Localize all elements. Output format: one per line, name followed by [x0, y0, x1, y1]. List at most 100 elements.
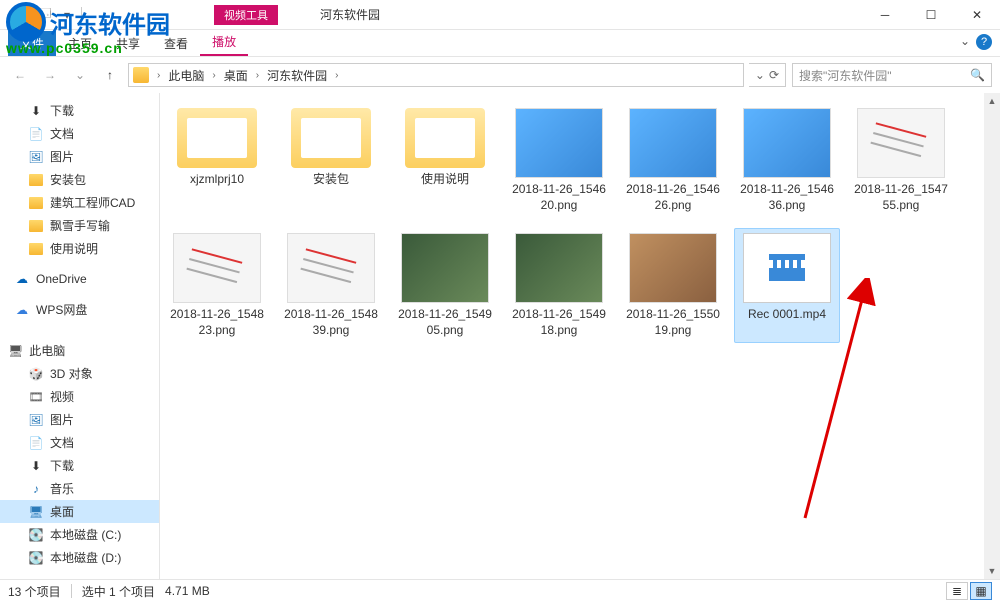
folder-icon: [133, 67, 149, 83]
image-thumbnail: [629, 108, 717, 178]
nav-recent-button[interactable]: ⌄: [68, 63, 92, 87]
sidebar-item[interactable]: 🖼图片: [0, 145, 159, 168]
file-item[interactable]: 2018-11-26_154636.png: [734, 103, 840, 218]
file-item[interactable]: 2018-11-26_154626.png: [620, 103, 726, 218]
doc-icon: ☁: [14, 271, 30, 287]
address-field[interactable]: › 此电脑 › 桌面 › 河东软件园 ›: [128, 63, 744, 87]
statusbar: 13 个项目 选中 1 个项目 4.71 MB ≣ ▦: [0, 579, 1000, 602]
search-input[interactable]: 搜索"河东软件园" 🔍: [792, 63, 992, 87]
sidebar-item[interactable]: ♪音乐: [0, 477, 159, 500]
nav-forward-button[interactable]: →: [38, 63, 62, 87]
breadcrumb-thispc[interactable]: 此电脑: [164, 65, 208, 86]
image-thumbnail: [173, 233, 261, 303]
address-bar: ← → ⌄ ↑ › 此电脑 › 桌面 › 河东软件园 › ⌄ ⟳ 搜索"河东软件…: [0, 57, 1000, 93]
sidebar-item[interactable]: 建筑工程师CAD: [0, 191, 159, 214]
folder-icon: [28, 218, 44, 234]
pic-icon: 🖼: [28, 412, 44, 428]
file-item[interactable]: 2018-11-26_154905.png: [392, 228, 498, 343]
sidebar-item[interactable]: 飘雪手写输: [0, 214, 159, 237]
nav-back-button[interactable]: ←: [8, 63, 32, 87]
disk-icon: 💽: [28, 550, 44, 566]
status-item-count: 13 个项目: [8, 583, 61, 600]
image-thumbnail: [743, 108, 831, 178]
nav-up-button[interactable]: ↑: [98, 63, 122, 87]
download-icon: ⬇: [28, 103, 44, 119]
file-area[interactable]: xjzmlprj10安装包使用说明2018-11-26_154620.png20…: [160, 93, 1000, 579]
titlebar: 📁 🗔 ▾ 视频工具 河东软件园 ─ ☐ ✕: [0, 0, 1000, 30]
ribbon-tab-share[interactable]: 共享: [104, 31, 152, 56]
sidebar-item[interactable]: ☁ WPS网盘: [0, 298, 159, 321]
sidebar: ⬇下载📄文档🖼图片安装包建筑工程师CAD飘雪手写输使用说明☁OneDrive☁W…: [0, 93, 160, 579]
file-item[interactable]: 2018-11-26_154918.png: [506, 228, 612, 343]
ribbon-tab-file[interactable]: 文件: [8, 31, 56, 56]
chevron-right-icon[interactable]: ›: [155, 70, 162, 81]
file-item[interactable]: 2018-11-26_155019.png: [620, 228, 726, 343]
ribbon-expand-icon[interactable]: ⌄: [960, 34, 970, 48]
refresh-icon[interactable]: ⟳: [769, 68, 779, 82]
view-details-button[interactable]: ≣: [946, 582, 968, 600]
file-name-label: Rec 0001.mp4: [748, 307, 826, 323]
ribbon-tab-home[interactable]: 主页: [56, 31, 104, 56]
maximize-button[interactable]: ☐: [908, 0, 954, 30]
sidebar-item[interactable]: 使用说明: [0, 237, 159, 260]
sidebar-item-label: 文档: [50, 434, 74, 451]
minimize-button[interactable]: ─: [862, 0, 908, 30]
file-item[interactable]: 2018-11-26_154839.png: [278, 228, 384, 343]
sidebar-item[interactable]: 🖥桌面: [0, 500, 159, 523]
file-item[interactable]: 安装包: [278, 103, 384, 218]
sidebar-item[interactable]: 📄 文档: [0, 431, 159, 454]
doc-icon: ☁: [14, 302, 30, 318]
chevron-right-icon[interactable]: ›: [254, 70, 261, 81]
sidebar-item[interactable]: 💽本地磁盘 (C:): [0, 523, 159, 546]
sidebar-item-label: WPS网盘: [36, 301, 87, 318]
file-name-label: 2018-11-26_154823.png: [169, 307, 265, 338]
breadcrumb-folder[interactable]: 河东软件园: [263, 65, 331, 86]
file-name-label: 2018-11-26_154755.png: [853, 182, 949, 213]
sidebar-item[interactable]: 🖼 图片: [0, 408, 159, 431]
file-item[interactable]: xjzmlprj10: [164, 103, 270, 218]
sidebar-item[interactable]: 🎞视频: [0, 385, 159, 408]
file-item[interactable]: 2018-11-26_154620.png: [506, 103, 612, 218]
file-name-label: 安装包: [313, 172, 349, 188]
close-button[interactable]: ✕: [954, 0, 1000, 30]
sidebar-group-thispc[interactable]: 🖥此电脑: [0, 339, 159, 362]
doc-icon: 📄: [28, 435, 44, 451]
sidebar-item-label: 本地磁盘 (D:): [50, 549, 121, 566]
sidebar-item-label: 文档: [50, 125, 74, 142]
sidebar-item[interactable]: 🎲3D 对象: [0, 362, 159, 385]
image-thumbnail: [857, 108, 945, 178]
properties-icon[interactable]: 🗔: [35, 5, 55, 25]
sidebar-item[interactable]: 📄文档: [0, 122, 159, 145]
file-name-label: 2018-11-26_154918.png: [511, 307, 607, 338]
file-name-label: xjzmlprj10: [190, 172, 244, 188]
vertical-scrollbar[interactable]: ▲▼: [984, 93, 1000, 579]
sidebar-item[interactable]: ⬇下载: [0, 454, 159, 477]
new-icon[interactable]: ▾: [57, 5, 77, 25]
file-item[interactable]: 使用说明: [392, 103, 498, 218]
file-name-label: 使用说明: [421, 172, 469, 188]
pic-icon: 🖼: [28, 149, 44, 165]
disk-icon: 💽: [28, 527, 44, 543]
file-item[interactable]: Rec 0001.mp4: [734, 228, 840, 343]
sidebar-item-label: 建筑工程师CAD: [50, 194, 135, 211]
sidebar-item-label: 图片: [50, 411, 74, 428]
sidebar-item[interactable]: ☁OneDrive: [0, 268, 159, 290]
file-item[interactable]: 2018-11-26_154755.png: [848, 103, 954, 218]
sidebar-item[interactable]: 💽 本地磁盘 (D:): [0, 546, 159, 569]
sidebar-item[interactable]: ⬇下载: [0, 99, 159, 122]
video-file-icon: [743, 233, 831, 303]
ribbon-tab-view[interactable]: 查看: [152, 31, 200, 56]
folder-icon: [28, 241, 44, 257]
address-dropdown-icon[interactable]: ⌄: [755, 68, 765, 82]
chevron-right-icon[interactable]: ›: [210, 70, 217, 81]
ribbon-tab-play[interactable]: 播放: [200, 29, 248, 56]
breadcrumb-desktop[interactable]: 桌面: [220, 65, 252, 86]
chevron-right-icon[interactable]: ›: [333, 70, 340, 81]
image-thumbnail: [401, 233, 489, 303]
file-name-label: 2018-11-26_154636.png: [739, 182, 835, 213]
view-icons-button[interactable]: ▦: [970, 582, 992, 600]
file-name-label: 2018-11-26_155019.png: [625, 307, 721, 338]
sidebar-item[interactable]: 安装包: [0, 168, 159, 191]
help-icon[interactable]: ?: [976, 34, 992, 50]
file-item[interactable]: 2018-11-26_154823.png: [164, 228, 270, 343]
